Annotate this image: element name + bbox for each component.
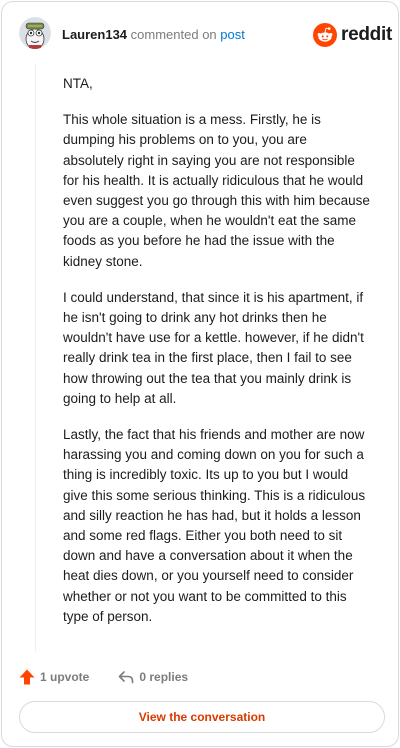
comment-card: Lauren134 commented on post reddit NTA, … (1, 1, 399, 747)
commented-on-text: commented on (130, 27, 217, 42)
comment-meta: Lauren134 commented on post (62, 27, 245, 43)
comment-paragraph: I could understand, that since it is his… (63, 289, 364, 406)
thread-line (35, 64, 36, 652)
replies-count: 0 replies (139, 670, 189, 684)
comment-paragraph: This whole situation is a mess. Firstly,… (63, 112, 370, 269)
comment-paragraph: Lastly, the fact that his friends and mo… (63, 427, 366, 624)
comment-paragraph: NTA, (63, 76, 93, 91)
user-avatar[interactable] (19, 17, 51, 49)
comment-footer: 1 upvote 0 replies (18, 666, 188, 688)
post-link[interactable]: post (220, 27, 245, 42)
view-conversation-button[interactable]: View the conversation (19, 701, 385, 733)
reply-icon (119, 671, 134, 684)
upvote-arrow-icon (19, 669, 35, 685)
upvote-button[interactable]: 1 upvote (18, 668, 89, 686)
username-link[interactable]: Lauren134 (62, 27, 127, 42)
reddit-brand[interactable]: reddit (313, 22, 392, 48)
comment-body: NTA, This whole situation is a mess. Fir… (63, 74, 371, 643)
upvote-count: 1 upvote (40, 670, 90, 684)
reddit-logo-icon (313, 23, 337, 47)
replies-button[interactable]: 0 replies (117, 668, 188, 686)
comment-header: Lauren134 commented on post reddit (2, 2, 400, 66)
avatar-icon (19, 17, 51, 49)
reddit-wordmark: reddit (341, 24, 392, 45)
